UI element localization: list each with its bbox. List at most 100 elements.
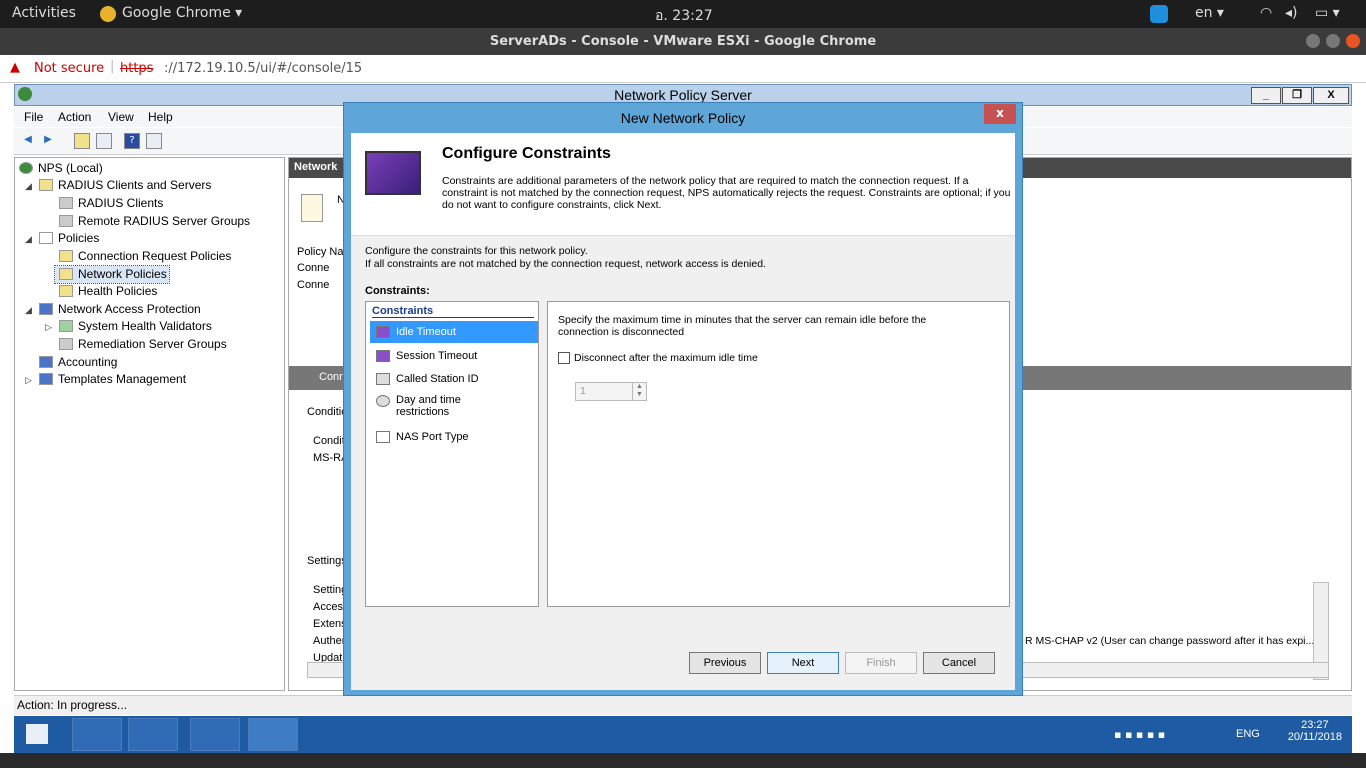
app-menu[interactable]: Google Chrome ▾: [122, 5, 242, 21]
url-text: ://172.19.10.5/ui/#/console/15: [164, 61, 363, 76]
spinner-value: 1: [580, 385, 586, 397]
minimize-icon[interactable]: [1306, 34, 1320, 48]
spinner-arrows-icon[interactable]: ▲ ▼: [632, 383, 646, 400]
forward-icon[interactable]: ▶: [40, 133, 56, 149]
tree-item-radius-clients-servers[interactable]: RADIUS Clients and Servers: [39, 177, 211, 194]
nps-app-icon: [18, 87, 32, 101]
chrome-window-title: ServerADs - Console - VMware ESXi - Goog…: [0, 28, 1366, 55]
expand-arrow-icon[interactable]: ▷: [25, 375, 32, 386]
tree-item-system-health-validators[interactable]: System Health Validators: [59, 318, 212, 335]
up-folder-icon[interactable]: [74, 133, 90, 149]
constraint-nas-port-type[interactable]: NAS Port Type: [370, 426, 538, 448]
tree-item-remediation-server-groups[interactable]: Remediation Server Groups: [59, 336, 227, 353]
constraint-settings-panel: Specify the maximum time in minutes that…: [547, 301, 1010, 607]
policy-icon: [39, 232, 53, 244]
tree-item-network-access-protection[interactable]: Network Access Protection: [39, 301, 201, 318]
globe-icon: [19, 162, 33, 174]
nps-restore-button[interactable]: ❐: [1282, 87, 1312, 104]
back-icon[interactable]: ◀: [20, 133, 36, 149]
accounting-icon: [39, 356, 53, 368]
policy-name-column[interactable]: Policy Nar: [297, 246, 347, 258]
tree-item-templates-management[interactable]: Templates Management: [39, 371, 186, 388]
expand-arrow-icon[interactable]: ▷: [45, 322, 52, 333]
server-icon: [59, 197, 73, 209]
validator-icon: [59, 320, 73, 332]
tray-icons[interactable]: ▪ ▪ ▪ ▪ ▪: [1114, 728, 1165, 741]
auth-method-text: R MS-CHAP v2 (User can change password a…: [1025, 635, 1315, 647]
constraint-day-time[interactable]: Day and time restrictions: [370, 394, 490, 422]
wifi-icon[interactable]: ◠: [1260, 5, 1272, 21]
menu-help[interactable]: Help: [148, 110, 173, 124]
help-icon[interactable]: ?: [124, 133, 140, 149]
menu-view[interactable]: View: [108, 110, 134, 124]
address-bar[interactable]: ▲ Not secure | https ://172.19.10.5/ui/#…: [0, 55, 1366, 83]
windows-start-icon[interactable]: [26, 724, 48, 744]
tree-item-policies[interactable]: Policies: [39, 230, 99, 247]
nps-taskbar-icon[interactable]: [248, 718, 298, 751]
policy-doc-icon: [301, 194, 323, 222]
conditions-label: Conditio: [307, 406, 348, 418]
dialog-close-button[interactable]: x: [984, 104, 1016, 124]
server-icon: [59, 338, 73, 350]
idle-timeout-description: Specify the maximum time in minutes that…: [558, 314, 927, 338]
tree-item-nps-local[interactable]: NPS (Local): [19, 160, 103, 177]
constraint-called-station-id[interactable]: Called Station ID: [370, 368, 538, 390]
properties-icon[interactable]: [146, 133, 162, 149]
idle-minutes-spinner[interactable]: 1 ▲ ▼: [575, 382, 647, 401]
policy-row-1[interactable]: Conne: [297, 262, 329, 274]
dialog-header: Configure Constraints Constraints are ad…: [351, 133, 1015, 236]
cancel-button[interactable]: Cancel: [923, 652, 995, 674]
tray-language[interactable]: ENG: [1236, 728, 1260, 740]
server-manager-icon[interactable]: [72, 718, 122, 751]
settings-label: Settings: [307, 555, 347, 567]
language-indicator[interactable]: en ▾: [1195, 5, 1224, 21]
menu-action[interactable]: Action: [58, 110, 91, 124]
dialog-body: Configure Constraints Constraints are ad…: [351, 133, 1015, 690]
activities-button[interactable]: Activities: [12, 5, 76, 21]
windows-taskbar: ▪ ▪ ▪ ▪ ▪ ENG 23:27 20/11/2018: [14, 716, 1352, 753]
next-button[interactable]: Next: [767, 652, 839, 674]
disconnect-checkbox-label[interactable]: Disconnect after the maximum idle time: [574, 352, 758, 364]
tree-item-accounting[interactable]: Accounting: [39, 354, 117, 371]
collapse-arrow-icon[interactable]: ◢: [25, 234, 32, 245]
powershell-icon[interactable]: [128, 718, 178, 751]
maximize-icon[interactable]: [1326, 34, 1340, 48]
tree-item-radius-clients[interactable]: RADIUS Clients: [59, 195, 163, 212]
nps-minimize-button[interactable]: _: [1251, 87, 1281, 104]
tree-item-connection-request-policies[interactable]: Connection Request Policies: [59, 248, 231, 265]
collapse-arrow-icon[interactable]: ◢: [25, 181, 32, 192]
tree-item-health-policies[interactable]: Health Policies: [59, 283, 157, 300]
constraints-label: Constraints:: [365, 285, 430, 297]
chrome-icon: [100, 6, 116, 22]
policy-row-2[interactable]: Conne: [297, 279, 329, 291]
folder-icon: [59, 250, 73, 262]
monitor-icon: [365, 151, 421, 195]
battery-icon[interactable]: ▭ ▾: [1315, 5, 1340, 21]
intro-line-2: If all constraints are not matched by th…: [365, 258, 766, 270]
taskbar-clock[interactable]: 23:27 20/11/2018: [1288, 719, 1342, 743]
collapse-arrow-icon[interactable]: ◢: [25, 305, 32, 316]
close-icon[interactable]: [1346, 34, 1360, 48]
dialog-title: New Network Policy: [620, 110, 746, 126]
disconnect-checkbox[interactable]: [558, 352, 570, 364]
folder-icon: [59, 285, 73, 297]
not-secure-label[interactable]: Not secure: [34, 61, 104, 76]
show-hide-tree-icon[interactable]: [96, 133, 112, 149]
previous-button[interactable]: Previous: [689, 652, 761, 674]
skype-icon[interactable]: [1150, 5, 1168, 23]
new-network-policy-dialog: New Network Policy x Configure Constrain…: [343, 102, 1023, 696]
finish-button[interactable]: Finish: [845, 652, 917, 674]
nps-title-text: Network Policy Server: [614, 87, 752, 103]
nps-close-button[interactable]: X: [1313, 87, 1349, 104]
volume-icon[interactable]: ◂): [1285, 5, 1298, 21]
clock-icon: [376, 395, 390, 407]
tree-item-network-policies[interactable]: Network Policies: [54, 265, 170, 284]
nas-port-icon: [376, 431, 390, 443]
separator: |: [110, 59, 115, 74]
file-explorer-icon[interactable]: [190, 718, 240, 751]
constraint-session-timeout[interactable]: Session Timeout: [370, 345, 538, 367]
tree-item-remote-radius-groups[interactable]: Remote RADIUS Server Groups: [59, 213, 250, 230]
menu-file[interactable]: File: [24, 110, 43, 124]
constraint-idle-timeout[interactable]: Idle Timeout: [370, 321, 538, 343]
top-clock[interactable]: อ. 23:27: [655, 5, 713, 27]
